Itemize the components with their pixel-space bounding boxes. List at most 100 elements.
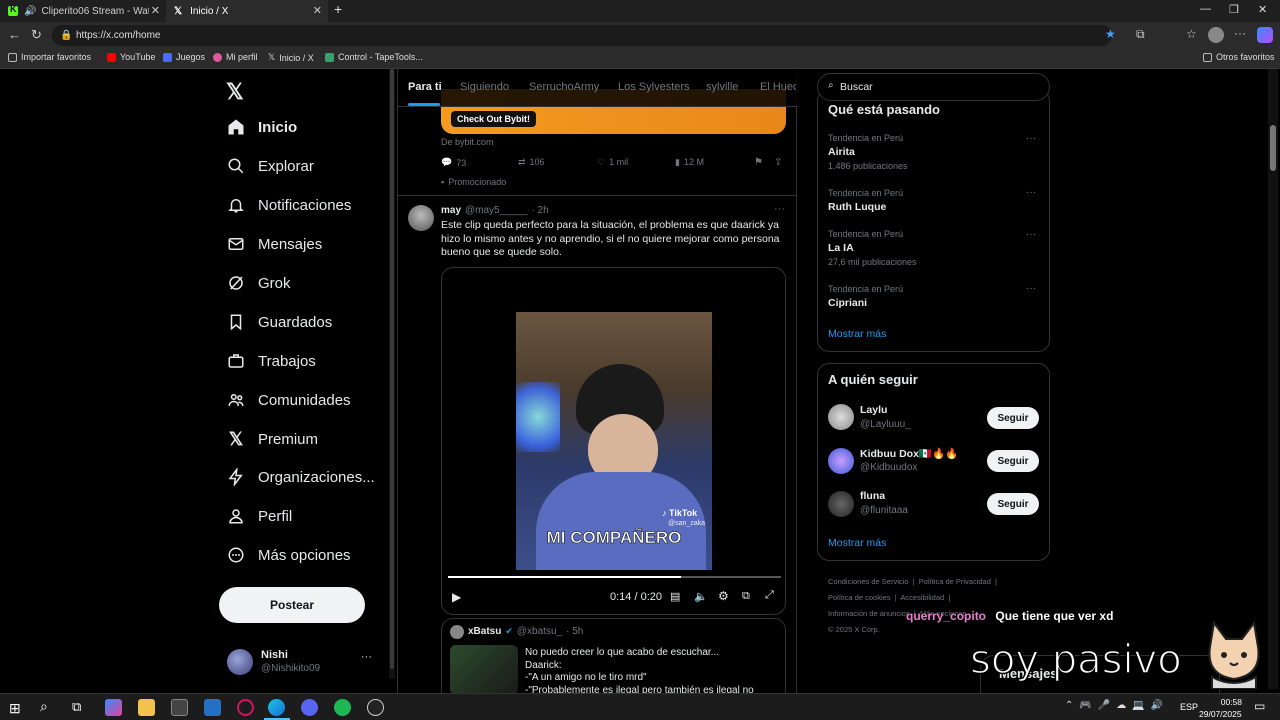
edge-icon[interactable] bbox=[268, 699, 285, 716]
tab-los-sylvesters[interactable]: Los Sylvesters bbox=[618, 81, 690, 93]
sidebar-item-inicio[interactable]: Inicio bbox=[226, 114, 297, 140]
avatar[interactable] bbox=[828, 491, 854, 517]
post-time[interactable]: · 2h bbox=[531, 205, 548, 216]
sidebar-item-explorar[interactable]: Explorar bbox=[226, 153, 314, 179]
copilot-icon[interactable] bbox=[1257, 27, 1273, 43]
footer-link[interactable]: Accesibilidad bbox=[900, 593, 944, 602]
search-icon[interactable]: ⌕ bbox=[40, 698, 48, 715]
avatar[interactable] bbox=[408, 205, 434, 231]
store-icon[interactable] bbox=[171, 699, 188, 716]
opera-icon[interactable] bbox=[237, 699, 254, 716]
video-progress-track[interactable] bbox=[448, 576, 781, 578]
favorites-icon[interactable]: ☆ bbox=[1186, 27, 1197, 41]
avatar[interactable] bbox=[828, 448, 854, 474]
fav-tapetools[interactable]: Control - TapeTools... bbox=[325, 52, 423, 62]
discord-icon[interactable] bbox=[301, 699, 318, 716]
sidebar-item-mensajes[interactable]: Mensajes bbox=[226, 231, 322, 257]
file-explorer-icon[interactable] bbox=[138, 699, 155, 716]
back-icon[interactable]: ← bbox=[8, 27, 21, 42]
video-player[interactable]: ♪ TikTok @san_zaka MI COMPAÑERO ▶ 0:14 /… bbox=[441, 267, 786, 615]
share-icon[interactable]: ⇪ bbox=[774, 157, 782, 168]
footer-link[interactable]: Condiciones de Servicio bbox=[828, 577, 908, 586]
pip-icon[interactable]: ⧉ bbox=[742, 590, 750, 603]
sidebar-item-premium[interactable]: 𝕏 Premium bbox=[226, 426, 318, 452]
tab-siguiendo[interactable]: Siguiendo bbox=[460, 81, 509, 93]
fav-importar[interactable]: Importar favoritos bbox=[8, 52, 91, 62]
sidebar-item-perfil[interactable]: Perfil bbox=[226, 503, 292, 529]
tab-para-ti[interactable]: Para ti bbox=[408, 81, 442, 93]
trend-item[interactable]: Tendencia en Perú Cipriani bbox=[828, 284, 903, 309]
follow-name[interactable]: fluna bbox=[860, 490, 885, 502]
view-count[interactable]: ▮ 12 M bbox=[675, 157, 704, 168]
sidebar-item-guardados[interactable]: Guardados bbox=[226, 309, 332, 335]
quoted-post[interactable]: xBatsu ✔ @xbatsu_ · 5h No puedo creer lo… bbox=[441, 618, 786, 693]
follow-button[interactable]: Seguir bbox=[987, 493, 1039, 515]
trends-show-more[interactable]: Mostrar más bbox=[828, 328, 886, 340]
tab-serruchoarmy[interactable]: SerruchoArmy bbox=[529, 81, 599, 93]
favorite-star-icon[interactable]: ★ bbox=[1105, 27, 1116, 41]
follow-name[interactable]: Laylu bbox=[860, 404, 887, 416]
play-icon[interactable]: ▶ bbox=[452, 590, 461, 604]
trend-more-icon[interactable]: ··· bbox=[1026, 229, 1036, 240]
trend-item[interactable]: Tendencia en Perú La IA 27,6 mil publica… bbox=[828, 229, 917, 267]
avatar[interactable] bbox=[828, 404, 854, 430]
sidebar-item-organizaciones[interactable]: Organizaciones... bbox=[226, 464, 375, 490]
repost-count[interactable]: ⇄ 106 bbox=[518, 157, 545, 168]
post-author-name[interactable]: may bbox=[441, 205, 461, 216]
close-tab-icon[interactable]: ✕ bbox=[151, 4, 160, 17]
sidebar-item-grok[interactable]: Grok bbox=[226, 270, 291, 296]
fav-inicio-x[interactable]: 𝕏 Inicio / X bbox=[268, 52, 314, 63]
settings-icon[interactable]: ⚙ bbox=[718, 589, 729, 603]
tab-el-hueco[interactable]: El Hueco bbox=[760, 81, 796, 93]
scrollbar-thumb[interactable] bbox=[390, 69, 394, 669]
trend-more-icon[interactable]: ··· bbox=[1026, 133, 1036, 144]
new-tab-icon[interactable]: + bbox=[334, 1, 342, 17]
trend-item[interactable]: Tendencia en Perú Ruth Luque bbox=[828, 188, 903, 213]
task-view-icon[interactable]: ⧉ bbox=[72, 699, 81, 715]
refresh-icon[interactable]: ↻ bbox=[31, 27, 42, 43]
fullscreen-icon[interactable]: ⤢ bbox=[765, 589, 774, 602]
footer-link[interactable]: Política de Privacidad bbox=[919, 577, 991, 586]
sidebar-item-trabajos[interactable]: Trabajos bbox=[226, 348, 316, 374]
trend-item[interactable]: Tendencia en Perú Airita 1.486 publicaci… bbox=[828, 133, 908, 171]
windows-start-icon[interactable]: ⊞ bbox=[9, 700, 21, 717]
follow-name[interactable]: Kidbuu Dox🇲🇽🔥🔥 bbox=[860, 447, 958, 460]
like-count[interactable]: ♡ 1 mil bbox=[597, 157, 628, 168]
bookmark-icon[interactable]: ⚑ bbox=[754, 157, 763, 168]
fav-mi-perfil[interactable]: Mi perfil bbox=[213, 52, 258, 62]
more-dots-icon[interactable]: ··· bbox=[361, 651, 372, 663]
account-switcher[interactable]: Nishi @Nishikito09 ··· bbox=[219, 641, 379, 681]
close-window-icon[interactable]: ✕ bbox=[1258, 3, 1267, 16]
trend-more-icon[interactable]: ··· bbox=[1026, 283, 1036, 294]
tab-sylville[interactable]: sylville bbox=[706, 81, 738, 93]
sidebar-item-notificaciones[interactable]: Notificaciones bbox=[226, 192, 351, 218]
minimize-icon[interactable]: — bbox=[1200, 3, 1211, 15]
sidebar-item-comunidades[interactable]: Comunidades bbox=[226, 387, 351, 413]
tab-cliperito[interactable]: K 🔊 Cliperito06 Stream - Watch L ✕ bbox=[0, 0, 166, 22]
follow-button[interactable]: Seguir bbox=[987, 407, 1039, 429]
sidebar-item-mas-opciones[interactable]: Más opciones bbox=[226, 542, 351, 568]
footer-link[interactable]: Información de anuncios bbox=[828, 609, 910, 618]
ad-cta[interactable]: Check Out Bybit! bbox=[451, 111, 537, 127]
volume-icon[interactable]: 🔈 bbox=[694, 590, 708, 603]
post-author-handle[interactable]: @may5_____ bbox=[465, 205, 527, 216]
tray-icons[interactable]: ⌃🎮🎤☁💻🔊 bbox=[1065, 700, 1169, 711]
other-favorites[interactable]: Otros favoritos bbox=[1203, 52, 1275, 62]
extensions-icon[interactable]: ⧉ bbox=[1136, 27, 1145, 42]
trend-more-icon[interactable]: ··· bbox=[1026, 187, 1036, 198]
clock-time[interactable]: 00:58 bbox=[1212, 697, 1242, 707]
notification-icon[interactable]: ▭ bbox=[1254, 699, 1265, 713]
close-tab-icon[interactable]: ✕ bbox=[313, 4, 322, 17]
ad-source[interactable]: De bybit.com bbox=[441, 137, 494, 147]
follow-button[interactable]: Seguir bbox=[987, 450, 1039, 472]
profile-icon[interactable] bbox=[1208, 27, 1224, 43]
vegas-icon[interactable] bbox=[204, 699, 221, 716]
page-scrollbar-thumb[interactable] bbox=[1270, 125, 1276, 171]
tab-inicio-x[interactable]: 𝕏 Inicio / X ✕ bbox=[166, 0, 328, 22]
speaker-icon[interactable]: 🔊 bbox=[24, 6, 36, 17]
search-input[interactable]: ⌕ Buscar bbox=[817, 73, 1050, 101]
menu-dots-icon[interactable]: ··· bbox=[1234, 26, 1246, 40]
obs-icon[interactable] bbox=[367, 699, 384, 716]
follow-show-more[interactable]: Mostrar más bbox=[828, 537, 886, 549]
page-scrollbar[interactable] bbox=[1268, 69, 1278, 689]
